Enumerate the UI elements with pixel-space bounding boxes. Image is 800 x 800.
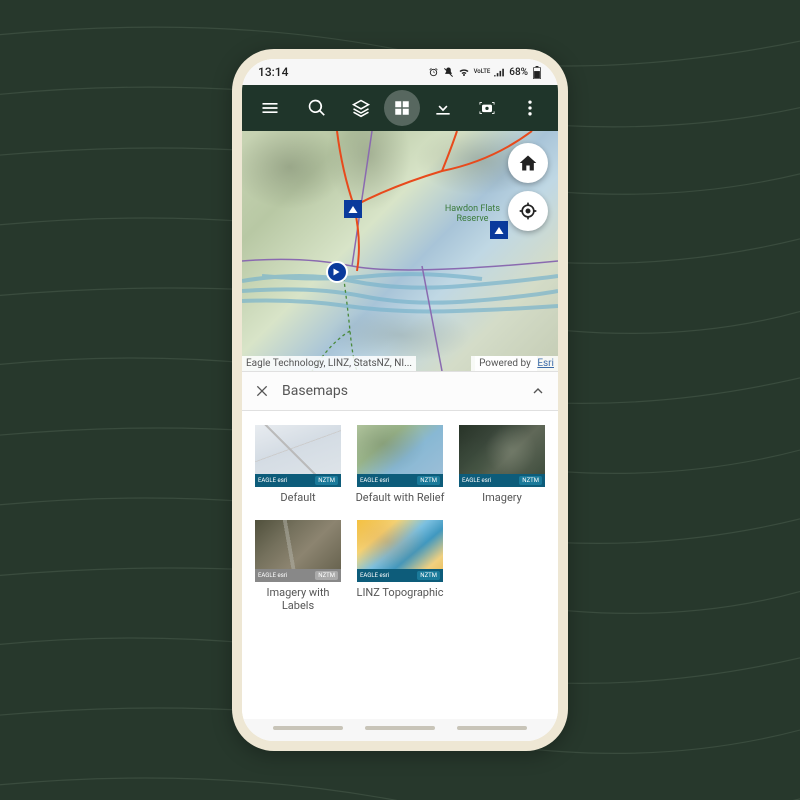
basemaps-button[interactable] — [384, 90, 419, 126]
signal-icon — [494, 67, 505, 77]
status-time: 13:14 — [258, 65, 288, 79]
overflow-button[interactable] — [511, 88, 550, 128]
collapse-panel-button[interactable] — [528, 381, 548, 401]
attribution-sources: Eagle Technology, LINZ, StatsNZ, NI... — [242, 356, 416, 371]
volte-icon: VoLTE — [474, 69, 491, 75]
search-icon — [307, 98, 327, 118]
basemap-thumb: EAGLE esriNZTM — [459, 425, 545, 487]
layers-button[interactable] — [341, 88, 380, 128]
recent-apps-button[interactable] — [273, 726, 343, 730]
poi-marker[interactable] — [326, 261, 348, 283]
menu-icon — [260, 98, 280, 118]
status-indicators: VoLTE 68% — [428, 66, 542, 79]
basemap-imagery-labels[interactable]: EAGLE esriNZTM Imagery with Labels — [252, 520, 344, 612]
esri-link[interactable]: Esri — [537, 358, 554, 369]
home-button[interactable] — [365, 726, 435, 730]
basemap-label: Default — [280, 491, 315, 504]
basemap-label: Default with Relief — [356, 491, 445, 504]
battery-text: 68% — [509, 67, 528, 78]
app-toolbar — [242, 85, 558, 131]
panel-title: Basemaps — [282, 383, 348, 399]
basemap-thumb: EAGLE esriNZTM — [357, 425, 443, 487]
basemap-label: LINZ Topographic — [357, 586, 444, 599]
layers-icon — [351, 98, 371, 118]
download-icon — [433, 98, 453, 118]
phone-frame: 13:14 VoLTE 68% — [232, 49, 568, 751]
basemaps-panel-header: Basemaps — [242, 371, 558, 411]
screenshot-button[interactable] — [467, 88, 506, 128]
basemap-imagery[interactable]: EAGLE esriNZTM Imagery — [456, 425, 548, 504]
menu-button[interactable] — [250, 88, 289, 128]
close-icon — [254, 383, 270, 399]
basemap-default-relief[interactable]: EAGLE esriNZTM Default with Relief — [354, 425, 446, 504]
home-icon — [518, 153, 538, 173]
wifi-icon — [458, 67, 470, 77]
alarm-icon — [428, 67, 439, 78]
apps-icon — [393, 99, 411, 117]
download-button[interactable] — [424, 88, 463, 128]
close-panel-button[interactable] — [252, 381, 272, 401]
basemap-linz-topo[interactable]: EAGLE esriNZTM LINZ Topographic — [354, 520, 446, 612]
attribution-powered: Powered by Esri — [471, 356, 558, 371]
screenshot-icon — [477, 98, 497, 118]
hut-marker-1[interactable] — [344, 200, 362, 218]
search-button[interactable] — [297, 88, 336, 128]
hut-marker-2[interactable] — [490, 221, 508, 239]
basemap-thumb: EAGLE esriNZTM — [357, 520, 443, 582]
map-attribution: Eagle Technology, LINZ, StatsNZ, NI... P… — [242, 356, 558, 371]
basemap-thumb: EAGLE esriNZTM — [255, 425, 341, 487]
battery-icon — [532, 66, 542, 79]
locate-fab[interactable] — [508, 191, 548, 231]
basemap-label: Imagery — [482, 491, 522, 504]
android-nav-bar — [242, 719, 558, 741]
overflow-icon — [520, 98, 540, 118]
basemap-default[interactable]: EAGLE esriNZTM Default — [252, 425, 344, 504]
locate-icon — [518, 201, 538, 221]
chevron-up-icon — [530, 383, 546, 399]
home-fab[interactable] — [508, 143, 548, 183]
mute-icon — [443, 67, 454, 78]
map-view[interactable]: Hawdon Flats Reserve Eagle Technology, L… — [242, 131, 558, 371]
basemap-thumb: EAGLE esriNZTM — [255, 520, 341, 582]
basemap-label: Imagery with Labels — [252, 586, 344, 612]
basemap-grid: EAGLE esriNZTM Default EAGLE esriNZTM De… — [242, 411, 558, 719]
screen: 13:14 VoLTE 68% — [242, 59, 558, 741]
status-bar: 13:14 VoLTE 68% — [242, 59, 558, 85]
back-button[interactable] — [457, 726, 527, 730]
